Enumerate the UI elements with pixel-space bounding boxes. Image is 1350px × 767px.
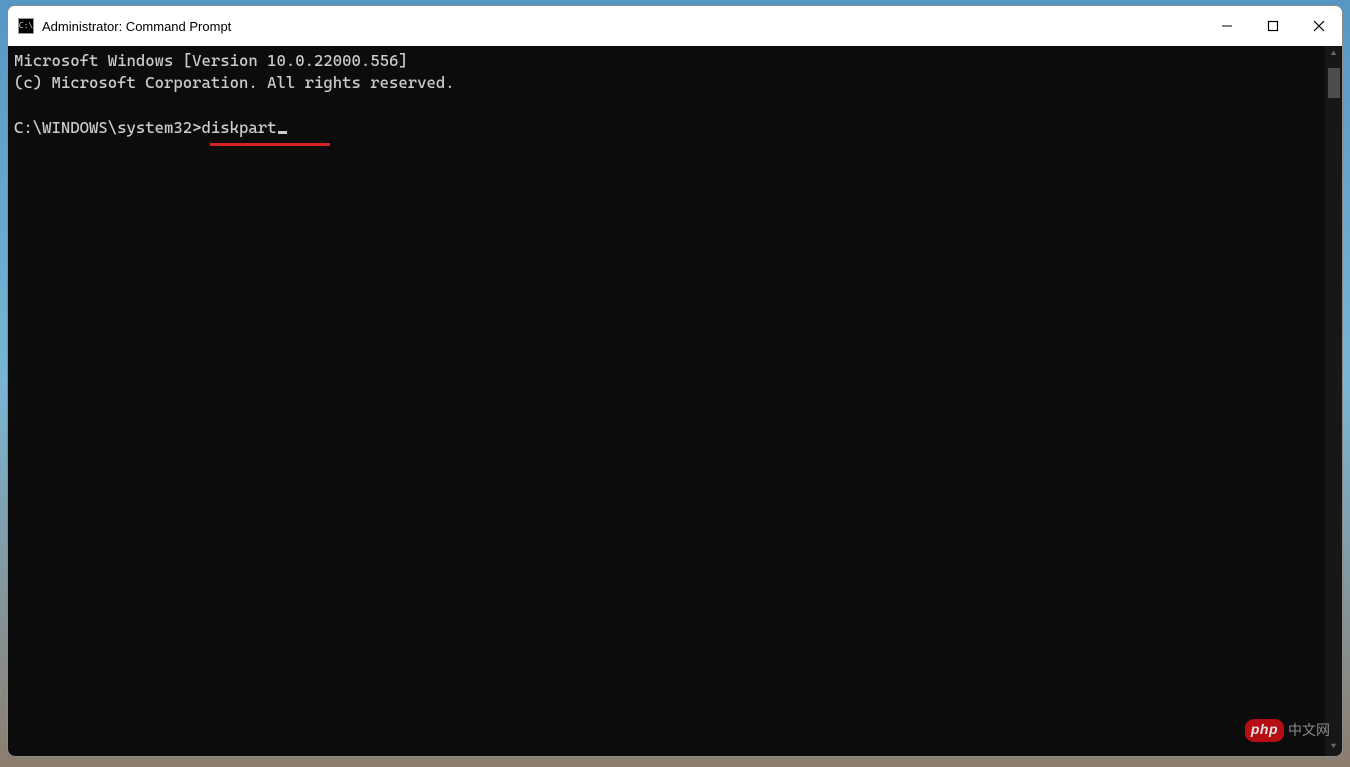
- prompt-line: C:\WINDOWS\system32>diskpart: [14, 117, 287, 139]
- console-line: Microsoft Windows [Version 10.0.22000.55…: [14, 51, 408, 70]
- maximize-button[interactable]: [1250, 6, 1296, 46]
- red-underline-annotation: [210, 143, 330, 146]
- command-prompt-window: C:\ Administrator: Command Prompt Micros…: [7, 5, 1343, 757]
- scrollbar-thumb[interactable]: [1328, 68, 1340, 98]
- close-icon: [1313, 20, 1325, 32]
- console-output: Microsoft Windows [Version 10.0.22000.55…: [14, 50, 1318, 140]
- minimize-icon: [1221, 20, 1233, 32]
- window-title: Administrator: Command Prompt: [42, 19, 231, 34]
- titlebar[interactable]: C:\ Administrator: Command Prompt: [8, 6, 1342, 46]
- command-text: diskpart: [202, 118, 277, 137]
- prompt-text: C:\WINDOWS\system32>: [14, 118, 202, 137]
- console-line: (c) Microsoft Corporation. All rights re…: [14, 73, 455, 92]
- window-controls: [1204, 6, 1342, 46]
- minimize-button[interactable]: [1204, 6, 1250, 46]
- close-button[interactable]: [1296, 6, 1342, 46]
- watermark: php 中文网: [1245, 719, 1330, 742]
- maximize-icon: [1267, 20, 1279, 32]
- scroll-up-arrow-icon[interactable]: ▲: [1325, 46, 1342, 63]
- watermark-text: 中文网: [1288, 721, 1330, 741]
- console-area[interactable]: Microsoft Windows [Version 10.0.22000.55…: [8, 46, 1342, 756]
- vertical-scrollbar[interactable]: ▲ ▼: [1325, 46, 1342, 756]
- text-cursor: [278, 131, 287, 134]
- cmd-icon: C:\: [18, 18, 34, 34]
- watermark-badge: php: [1245, 719, 1284, 742]
